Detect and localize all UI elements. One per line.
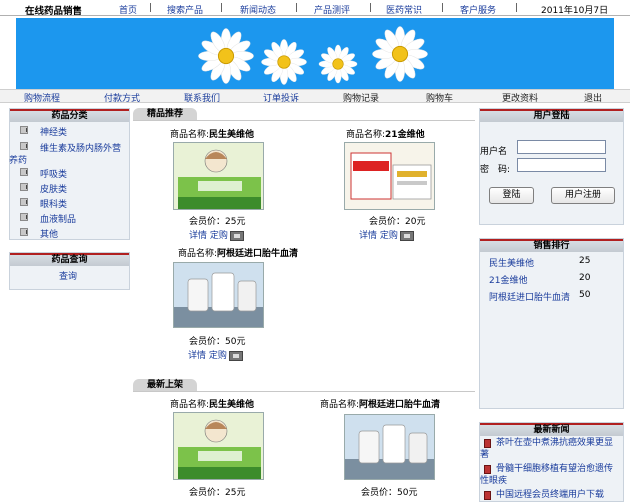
section-divider [133, 391, 475, 392]
new-product-1-picture [174, 413, 263, 479]
product-1-picture [174, 143, 263, 209]
top-navigation-bar: 在线药品销售 首页 | 搜索产品 | 新闻动态 | 产品测评 | 医药常识 | … [0, 0, 630, 17]
nav-separator: | [149, 3, 153, 13]
product-price-1: 会员价：25元 [189, 217, 246, 227]
bullet-icon [20, 228, 28, 236]
category-other[interactable]: 其他 [40, 227, 58, 240]
username-label: 用户名 [480, 147, 508, 157]
ranking-count-2: 20 [579, 273, 591, 283]
news-item-2-line1[interactable]: 骨髓干细胞移植有望治愈遗传 [496, 463, 613, 475]
subnav-payment-methods[interactable]: 付款方式 [104, 91, 140, 104]
subnav-logout[interactable]: 退出 [584, 91, 602, 104]
new-product-2-picture [345, 415, 434, 479]
order-link-2[interactable]: 定购 [380, 231, 398, 241]
new-product-name-2: 商品名称:阿根廷进口胎牛血清 [320, 400, 441, 410]
bullet-icon [20, 198, 28, 206]
sales-ranking-title: 销售排行 [480, 239, 623, 252]
product-name-2: 商品名称:21金维他 [346, 130, 425, 140]
news-item-1-line2[interactable]: 著 [480, 449, 489, 461]
new-product-price-1: 会员价：25元 [189, 488, 246, 498]
product-actions-1: 详情 定购 [189, 228, 244, 241]
bullet-icon [20, 213, 28, 221]
ranking-item-2[interactable]: 21金维他 [489, 273, 527, 286]
banner-image [16, 18, 614, 90]
order-link-3[interactable]: 定购 [209, 351, 227, 361]
cart-icon[interactable] [229, 230, 244, 241]
search-panel-title: 药品查询 [10, 253, 129, 266]
section-divider [133, 120, 475, 121]
category-ophthalmology[interactable]: 眼科类 [40, 197, 67, 210]
username-input[interactable] [517, 140, 606, 154]
product-actions-3: 详情 定购 [188, 348, 243, 361]
news-item-2-line2[interactable]: 性眼疾 [480, 475, 507, 487]
ranking-count-3: 50 [579, 290, 591, 300]
product-image-2[interactable] [344, 142, 435, 210]
details-link-2[interactable]: 详情 [359, 231, 377, 241]
subnav-shopping-process[interactable]: 购物流程 [24, 91, 60, 104]
bullet-icon [20, 183, 28, 191]
details-link-1[interactable]: 详情 [189, 231, 207, 241]
nav-separator: | [220, 3, 224, 13]
news-doc-icon [484, 465, 491, 474]
product-image-3[interactable] [173, 262, 264, 328]
order-link-1[interactable]: 定购 [210, 231, 228, 241]
subnav-shopping-cart[interactable]: 购物车 [426, 91, 453, 104]
secondary-navigation: 购物流程 付款方式 联系我们 订单投诉 购物记录 购物车 更改资料 退出 [0, 89, 630, 104]
ranking-item-1[interactable]: 民生美维他 [489, 256, 534, 269]
category-panel-title: 药品分类 [10, 109, 129, 122]
new-product-image-2[interactable] [344, 414, 435, 480]
top-divider [0, 15, 630, 16]
nav-separator: | [295, 3, 299, 13]
ranking-count-1: 25 [579, 256, 591, 266]
category-vitamins-line2[interactable]: 养药 [9, 153, 27, 166]
subnav-purchase-history[interactable]: 购物记录 [343, 91, 379, 104]
product-2-picture [345, 143, 434, 209]
news-item-3-line1[interactable]: 中国远程会员终端用户下载 [496, 489, 604, 501]
login-button[interactable]: 登陆 [489, 187, 534, 204]
ranking-item-3[interactable]: 阿根廷进口胎牛血清 [489, 290, 570, 303]
category-respiratory[interactable]: 呼吸类 [40, 167, 67, 180]
new-product-name-1: 商品名称:民生美维他 [170, 400, 255, 410]
bullet-icon [20, 142, 28, 150]
product-price-2: 会员价：20元 [369, 217, 426, 227]
product-name-1: 商品名称:民生美维他 [170, 130, 255, 140]
category-vitamins-line1[interactable]: 维生素及肠内肠外营 [40, 141, 121, 154]
tab-new-arrivals[interactable]: 最新上架 [133, 379, 197, 391]
cart-icon[interactable] [228, 350, 243, 361]
subnav-contact-us[interactable]: 联系我们 [184, 91, 220, 104]
new-product-image-1[interactable] [173, 412, 264, 480]
new-product-price-2: 会员价：50元 [361, 488, 418, 498]
category-blood-products[interactable]: 血液制品 [40, 212, 76, 225]
subnav-edit-profile[interactable]: 更改资料 [502, 91, 538, 104]
latest-news-title: 最新新闻 [480, 423, 623, 436]
nav-separator: | [369, 3, 373, 13]
category-neurology[interactable]: 神经类 [40, 125, 67, 138]
subnav-order-complaint[interactable]: 订单投诉 [263, 91, 299, 104]
tab-recommended[interactable]: 精品推荐 [133, 108, 197, 120]
login-panel-title: 用户登陆 [480, 109, 623, 122]
search-link[interactable]: 查询 [59, 269, 77, 282]
product-price-3: 会员价：50元 [189, 337, 246, 347]
product-actions-2: 详情 定购 [359, 228, 414, 241]
details-link-3[interactable]: 详情 [188, 351, 206, 361]
news-doc-icon [484, 439, 491, 448]
register-button[interactable]: 用户注册 [551, 187, 615, 204]
product-image-1[interactable] [173, 142, 264, 210]
news-item-1-line1[interactable]: 茶叶在壶中煮沸抗癌效果更显 [496, 437, 613, 449]
cart-icon[interactable] [399, 230, 414, 241]
password-input[interactable] [517, 158, 606, 172]
category-dermatology[interactable]: 皮肤类 [40, 182, 67, 195]
nav-separator: | [441, 3, 445, 13]
daisy-flowers-banner [197, 25, 429, 86]
product-name-3: 商品名称:阿根廷进口胎牛血清 [178, 249, 299, 259]
bullet-icon [20, 168, 28, 176]
bullet-icon [20, 126, 28, 134]
news-doc-icon [484, 491, 491, 500]
nav-separator: | [515, 3, 519, 13]
product-3-picture [174, 263, 263, 327]
password-label: 密 码: [480, 165, 511, 175]
